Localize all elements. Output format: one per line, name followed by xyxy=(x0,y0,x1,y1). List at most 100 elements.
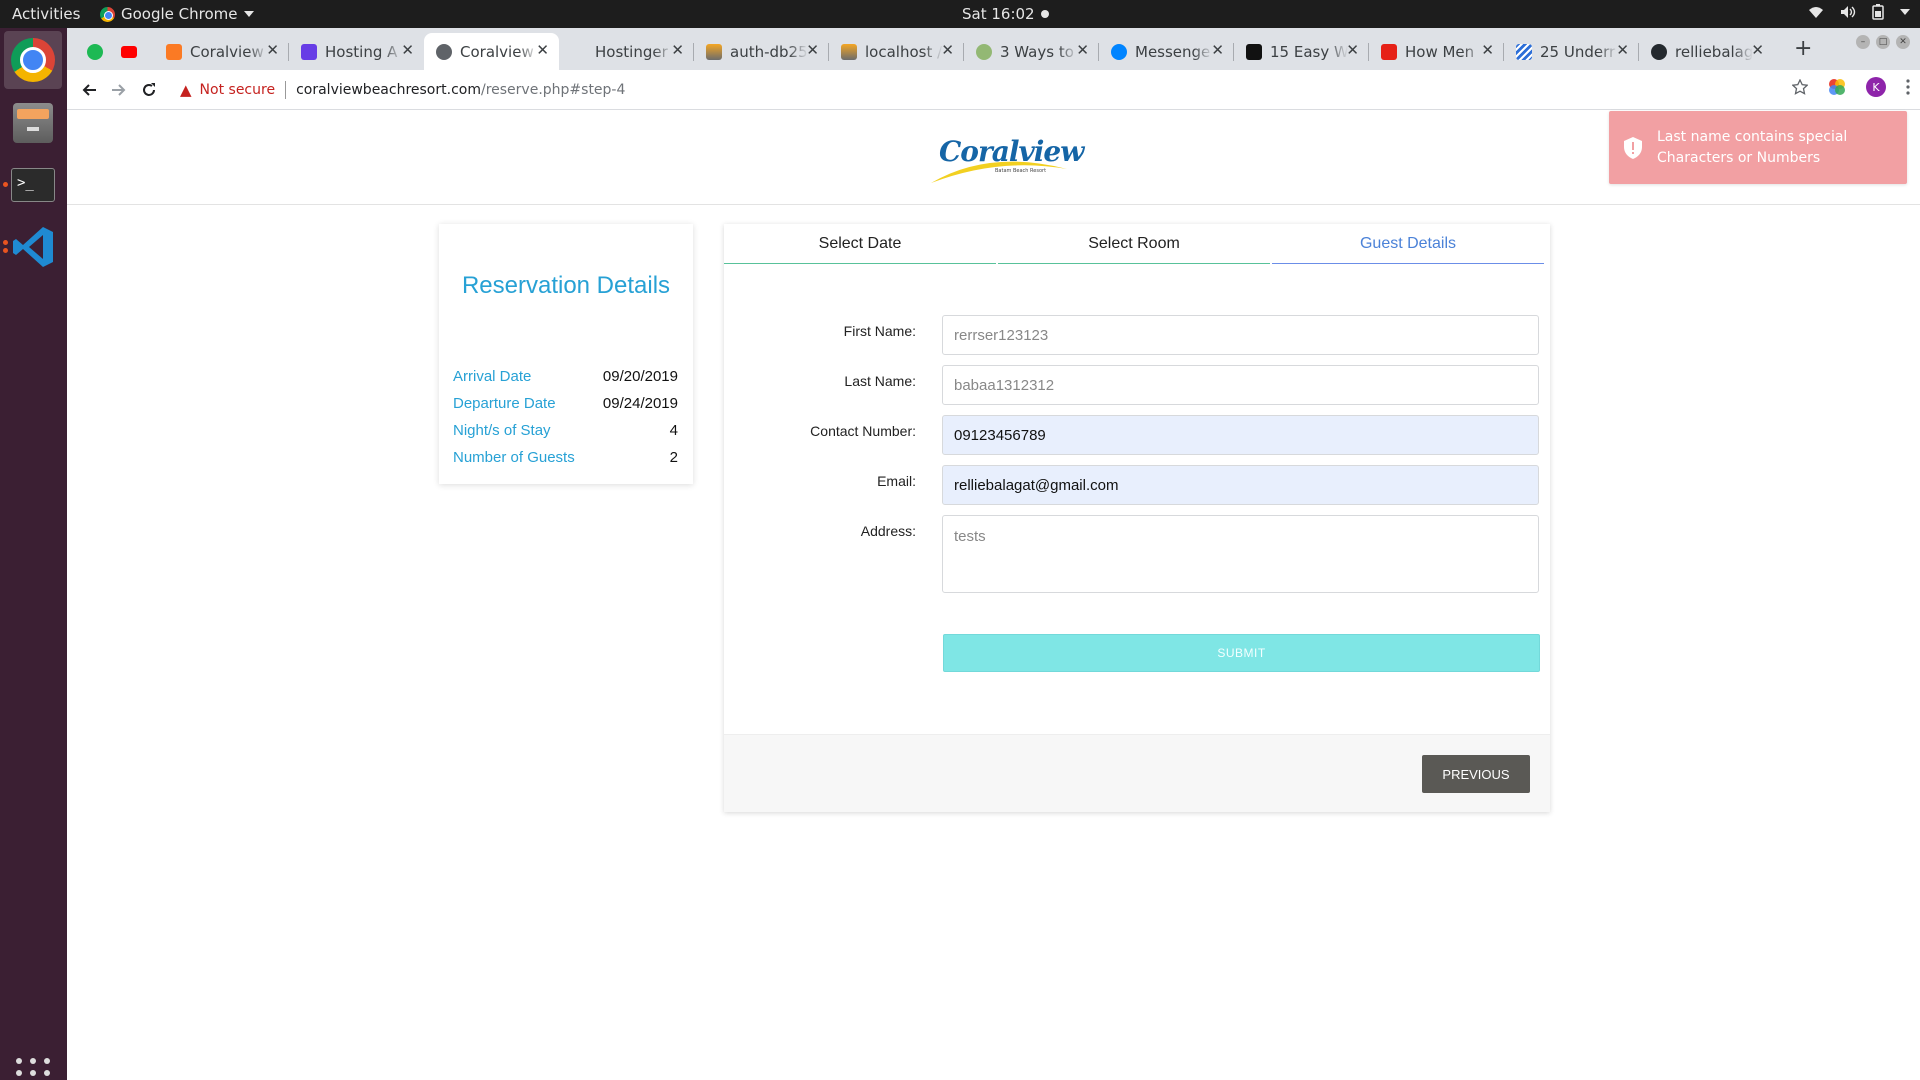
last-name-field[interactable] xyxy=(942,365,1539,405)
tab-spotify[interactable] xyxy=(75,33,109,70)
maximize-button[interactable]: □ xyxy=(1876,35,1890,49)
tab-hostinger[interactable]: Hostinger ✕ xyxy=(559,33,694,70)
step-label: Select Room xyxy=(1088,234,1180,252)
close-icon[interactable]: ✕ xyxy=(1751,41,1764,59)
coralview-logo[interactable]: Coralview Batam Beach Resort xyxy=(929,135,1084,185)
tab-localhost[interactable]: localhost / ✕ xyxy=(829,33,964,70)
blank-icon xyxy=(571,44,587,60)
dock-vscode[interactable] xyxy=(3,218,62,276)
tab-label: auth-db25 xyxy=(730,42,808,61)
terminal-icon: >_ xyxy=(11,168,55,202)
close-icon[interactable]: ✕ xyxy=(1211,41,1224,59)
close-icon[interactable]: ✕ xyxy=(401,41,414,59)
volume-icon xyxy=(1841,6,1856,18)
address-bar[interactable]: ▲ Not secure coralviewbeachresort.com /r… xyxy=(180,78,625,102)
tab-label: Coralview xyxy=(460,42,534,61)
tab-strip: Coralview ✕ Hosting A ✕ Coralview ✕ Host… xyxy=(67,28,1920,70)
close-icon[interactable]: ✕ xyxy=(1076,41,1089,59)
tab-3-ways[interactable]: 3 Ways to ✕ xyxy=(964,33,1099,70)
address-field[interactable]: tests xyxy=(942,515,1539,593)
dock-terminal[interactable]: >_ xyxy=(3,156,62,214)
first-name-field[interactable] xyxy=(942,315,1539,355)
tab-label: localhost / xyxy=(865,42,943,61)
close-icon[interactable]: ✕ xyxy=(1346,41,1359,59)
contact-number-field[interactable] xyxy=(942,415,1539,455)
step-label: Guest Details xyxy=(1359,234,1457,252)
tab-youtube[interactable] xyxy=(109,33,139,70)
tab-15-easy[interactable]: 15 Easy W ✕ xyxy=(1234,33,1369,70)
forward-button[interactable] xyxy=(107,78,131,102)
tab-coralview-1[interactable]: Coralview ✕ xyxy=(154,33,289,70)
url-host: coralviewbeachresort.com xyxy=(296,82,481,98)
extension-colorful-icon[interactable] xyxy=(1828,78,1846,96)
battery-icon xyxy=(1872,4,1884,20)
close-icon[interactable]: ✕ xyxy=(1481,41,1494,59)
tab-label: 25 Underr xyxy=(1540,42,1616,61)
messenger-icon xyxy=(1111,43,1127,60)
close-icon[interactable]: ✕ xyxy=(941,41,954,59)
tab-github[interactable]: relliebalag ✕ xyxy=(1639,33,1774,70)
tab-25-underrated[interactable]: 25 Underr ✕ xyxy=(1504,33,1639,70)
form-footer: PREVIOUS xyxy=(724,734,1550,812)
arrival-date-value: 09/20/2019 xyxy=(602,368,678,385)
email-field[interactable] xyxy=(942,465,1539,505)
security-status[interactable]: Not secure xyxy=(200,82,276,98)
back-button[interactable] xyxy=(77,78,101,102)
star-icon[interactable] xyxy=(1792,79,1808,95)
step-label: Select Date xyxy=(818,234,902,252)
tab-auth-db[interactable]: auth-db25 ✕ xyxy=(694,33,829,70)
reservation-details-card: Reservation Details Arrival Date 09/20/2… xyxy=(439,224,693,484)
close-icon[interactable]: ✕ xyxy=(536,41,549,59)
arrival-date-label: Arrival Date xyxy=(453,368,532,385)
close-icon[interactable]: ✕ xyxy=(266,41,279,59)
reload-button[interactable] xyxy=(137,78,161,102)
notification-dot-icon xyxy=(1040,10,1049,18)
close-icon[interactable]: ✕ xyxy=(671,41,684,59)
guest-details-card: Select Date Select Room Guest Details Fi… xyxy=(724,224,1550,812)
previous-button[interactable]: PREVIOUS xyxy=(1422,755,1530,793)
reservation-row: Night/s of Stay 4 xyxy=(453,422,678,439)
kebab-menu-icon[interactable] xyxy=(1906,79,1910,95)
minimize-button[interactable]: – xyxy=(1856,35,1870,49)
new-tab-button[interactable]: + xyxy=(1794,36,1812,61)
system-tray[interactable] xyxy=(1808,4,1910,20)
tab-select-date[interactable]: Select Date xyxy=(724,224,996,264)
tab-how-men[interactable]: How Men ✕ xyxy=(1369,33,1504,70)
chevron-down-icon xyxy=(243,11,254,17)
logo-text: Coralview xyxy=(939,135,1084,168)
clock[interactable]: Sat 16:02 xyxy=(962,5,1049,23)
xampp-icon xyxy=(166,43,182,60)
phpmyadmin-icon xyxy=(706,43,722,60)
tab-label: Hostinger xyxy=(595,42,668,61)
tab-guest-details[interactable]: Guest Details xyxy=(1272,224,1544,264)
profile-avatar[interactable]: K xyxy=(1866,77,1886,97)
tab-messenger[interactable]: Messenge ✕ xyxy=(1099,33,1234,70)
show-applications-icon[interactable] xyxy=(16,1058,52,1080)
submit-button[interactable]: SUBMIT xyxy=(943,634,1540,672)
arrow-right-icon xyxy=(112,84,126,96)
tab-hosting[interactable]: Hosting A ✕ xyxy=(289,33,424,70)
url-path: /reserve.php#step-4 xyxy=(480,82,626,98)
close-icon[interactable]: ✕ xyxy=(1616,41,1629,59)
email-label: Email: xyxy=(877,473,916,489)
reload-icon xyxy=(143,83,155,96)
logo-subtitle: Batam Beach Resort xyxy=(995,168,1047,174)
close-icon[interactable]: ✕ xyxy=(806,41,819,59)
app-menu[interactable]: Google Chrome xyxy=(100,5,254,23)
tab-select-room[interactable]: Select Room xyxy=(998,224,1270,264)
dock-chrome[interactable] xyxy=(4,31,62,89)
files-icon xyxy=(13,103,53,143)
globe-icon xyxy=(436,43,452,60)
phpmyadmin-icon xyxy=(841,43,857,60)
close-window-button[interactable]: ✕ xyxy=(1896,35,1910,49)
warning-icon: ▲ xyxy=(180,81,192,99)
activities-button[interactable]: Activities xyxy=(12,5,80,23)
vscode-icon xyxy=(13,227,53,267)
tab-coralview-active[interactable]: Coralview ✕ xyxy=(424,33,559,70)
error-toast[interactable]: Last name contains special Characters or… xyxy=(1609,111,1907,184)
window-controls: – □ ✕ xyxy=(1856,35,1910,49)
chrome-icon xyxy=(11,38,55,82)
dock-files[interactable] xyxy=(4,94,62,152)
wikihow-icon xyxy=(976,43,992,60)
youtube-icon xyxy=(121,45,137,58)
